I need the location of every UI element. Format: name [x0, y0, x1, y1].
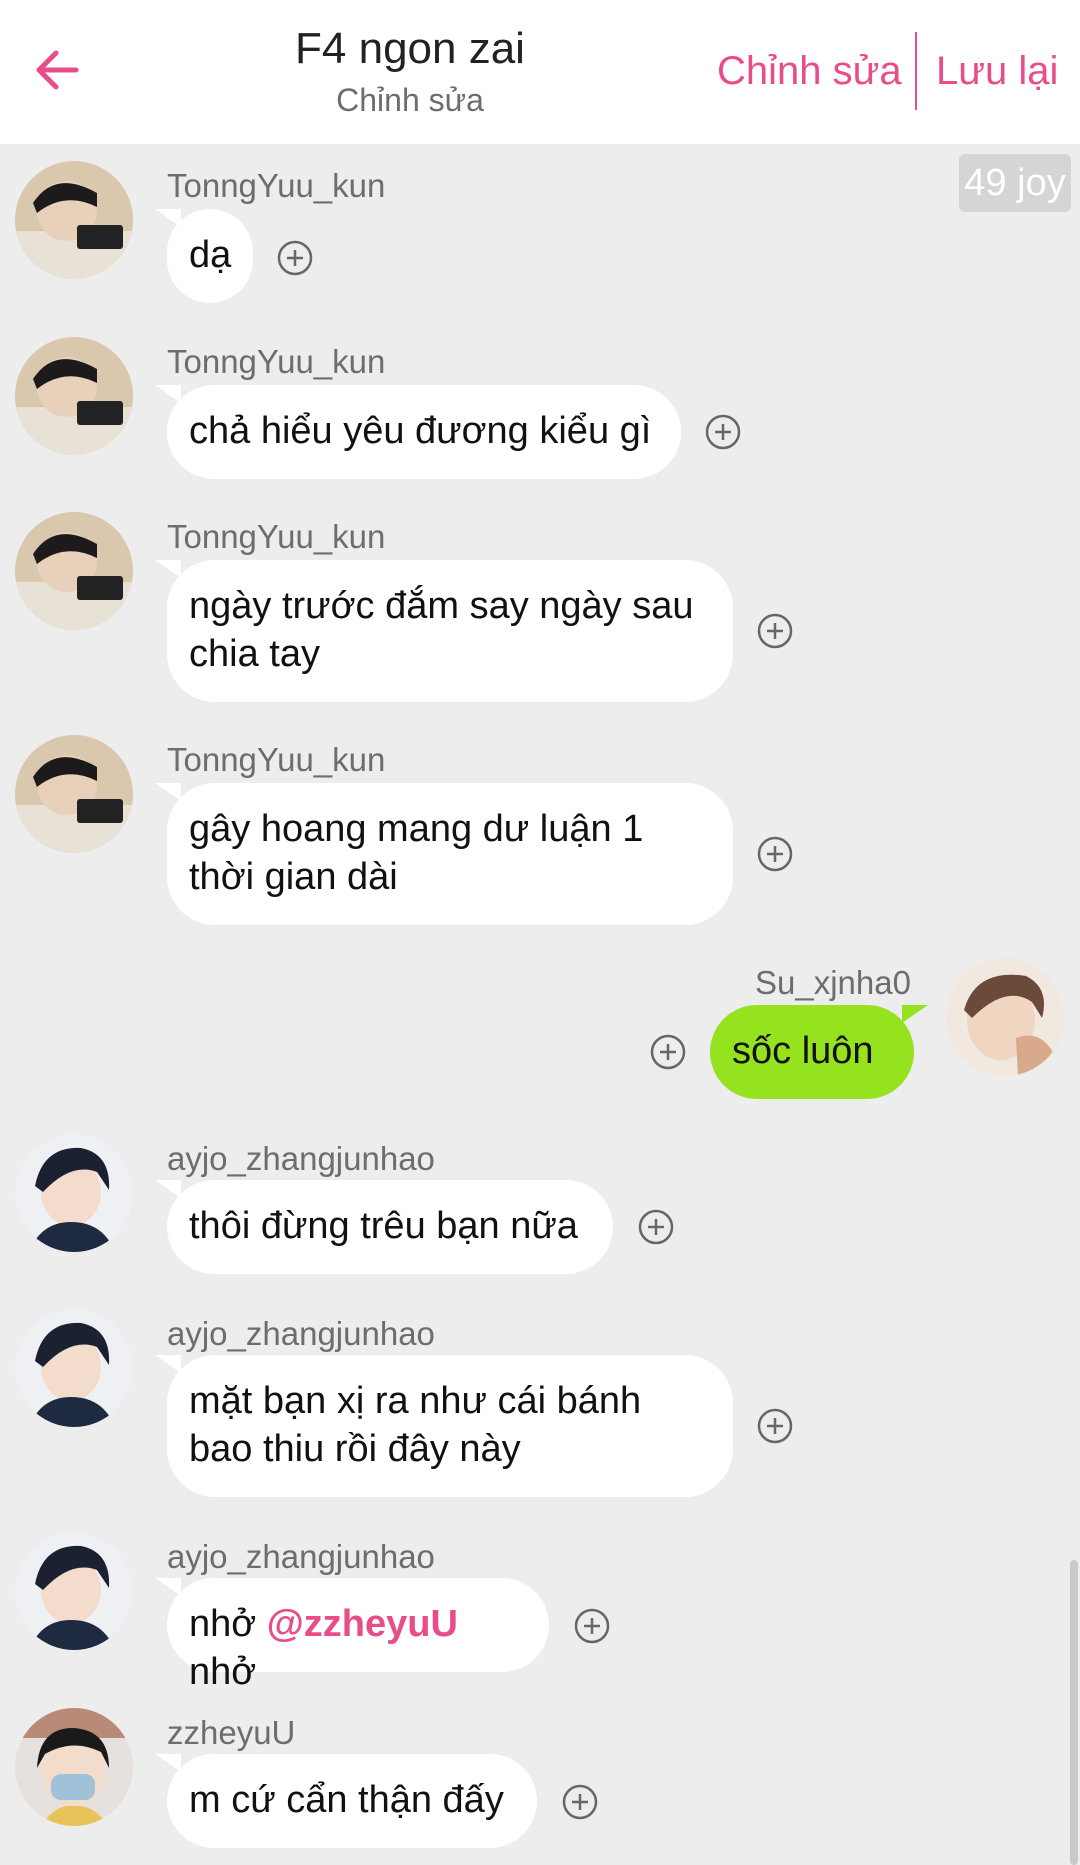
- message-text-line: ngày trước đắm say ngày sau: [189, 585, 694, 627]
- message-bubble: m cứ cẩn thận đấy: [155, 1754, 537, 1848]
- save-button[interactable]: Lưu lại: [936, 44, 1058, 98]
- add-reaction-icon[interactable]: [757, 836, 793, 872]
- username: TonngYuu_kun: [167, 741, 386, 778]
- avatar[interactable]: [946, 958, 1064, 1076]
- avatar[interactable]: [15, 1134, 133, 1252]
- add-reaction-icon[interactable]: [574, 1608, 610, 1644]
- title-block: F4 ngon zai Chỉnh sửa: [200, 22, 620, 120]
- top-bar: F4 ngon zai Chỉnh sửa Chỉnh sửa Lưu lại: [0, 0, 1080, 144]
- message-text: dạ: [189, 234, 232, 276]
- message-bubble: chả hiểu yêu đương kiểu gì: [155, 385, 681, 479]
- message-text-line: bao thiu rồi đây này: [189, 1428, 521, 1470]
- username: ayjo_zhangjunhao: [167, 1140, 435, 1177]
- avatar[interactable]: [15, 337, 133, 455]
- avatar[interactable]: [15, 1532, 133, 1650]
- username: ayjo_zhangjunhao: [167, 1315, 435, 1352]
- message-text: chả hiểu yêu đương kiểu gì: [189, 410, 652, 452]
- message-text-line: chia tay: [189, 633, 320, 675]
- message-text: m cứ cẩn thận đấy: [189, 1779, 504, 1821]
- avatar[interactable]: [15, 1309, 133, 1427]
- avatar[interactable]: [15, 512, 133, 630]
- avatar[interactable]: [15, 1708, 133, 1826]
- username: TonngYuu_kun: [167, 343, 386, 380]
- username: zzheyuU: [167, 1714, 296, 1751]
- message-bubble: dạ: [155, 209, 253, 303]
- message-text-line: gây hoang mang dư luận 1: [189, 808, 644, 850]
- username: TonngYuu_kun: [167, 167, 386, 204]
- message-bubble: nhở @zzheyuU nhở: [155, 1578, 549, 1693]
- page-title: F4 ngon zai: [295, 24, 525, 73]
- message-bubble: thôi đừng trêu bạn nữa: [155, 1180, 613, 1274]
- message-bubble: gây hoang mang dư luận 1 thời gian dài: [155, 783, 733, 925]
- add-reaction-icon[interactable]: [757, 613, 793, 649]
- message-text-line: mặt bạn xị ra như cái bánh: [189, 1380, 642, 1422]
- add-reaction-icon[interactable]: [562, 1784, 598, 1820]
- message-text: sốc luôn: [732, 1030, 874, 1072]
- message-bubble: mặt bạn xị ra như cái bánh bao thiu rồi …: [155, 1355, 733, 1497]
- avatar[interactable]: [15, 161, 133, 279]
- add-reaction-icon[interactable]: [705, 414, 741, 450]
- edit-button[interactable]: Chỉnh sửa: [717, 44, 902, 98]
- message-bubble: ngày trước đắm say ngày sau chia tay: [155, 560, 733, 702]
- header-divider: [915, 32, 917, 110]
- username: Su_xjnha0: [755, 964, 911, 1001]
- message-text: nhở: [189, 1651, 257, 1693]
- username: ayjo_zhangjunhao: [167, 1538, 435, 1575]
- add-reaction-icon[interactable]: [638, 1209, 674, 1245]
- message-bubble: sốc luôn: [710, 1005, 928, 1099]
- message-text: thôi đừng trêu bạn nữa: [189, 1205, 578, 1247]
- user-mention-link[interactable]: @zzheyuU: [267, 1603, 458, 1645]
- add-reaction-icon[interactable]: [650, 1034, 686, 1070]
- message-text-line: thời gian dài: [189, 856, 398, 898]
- add-reaction-icon[interactable]: [757, 1408, 793, 1444]
- username: TonngYuu_kun: [167, 518, 386, 555]
- page-subtitle: Chỉnh sửa: [336, 82, 484, 118]
- avatar[interactable]: [15, 735, 133, 853]
- scrollbar[interactable]: [1070, 1560, 1078, 1865]
- back-arrow-icon[interactable]: [28, 40, 88, 100]
- message-text: nhở: [189, 1603, 267, 1645]
- add-reaction-icon[interactable]: [277, 240, 313, 276]
- joy-counter-badge: 49 joy: [959, 154, 1071, 212]
